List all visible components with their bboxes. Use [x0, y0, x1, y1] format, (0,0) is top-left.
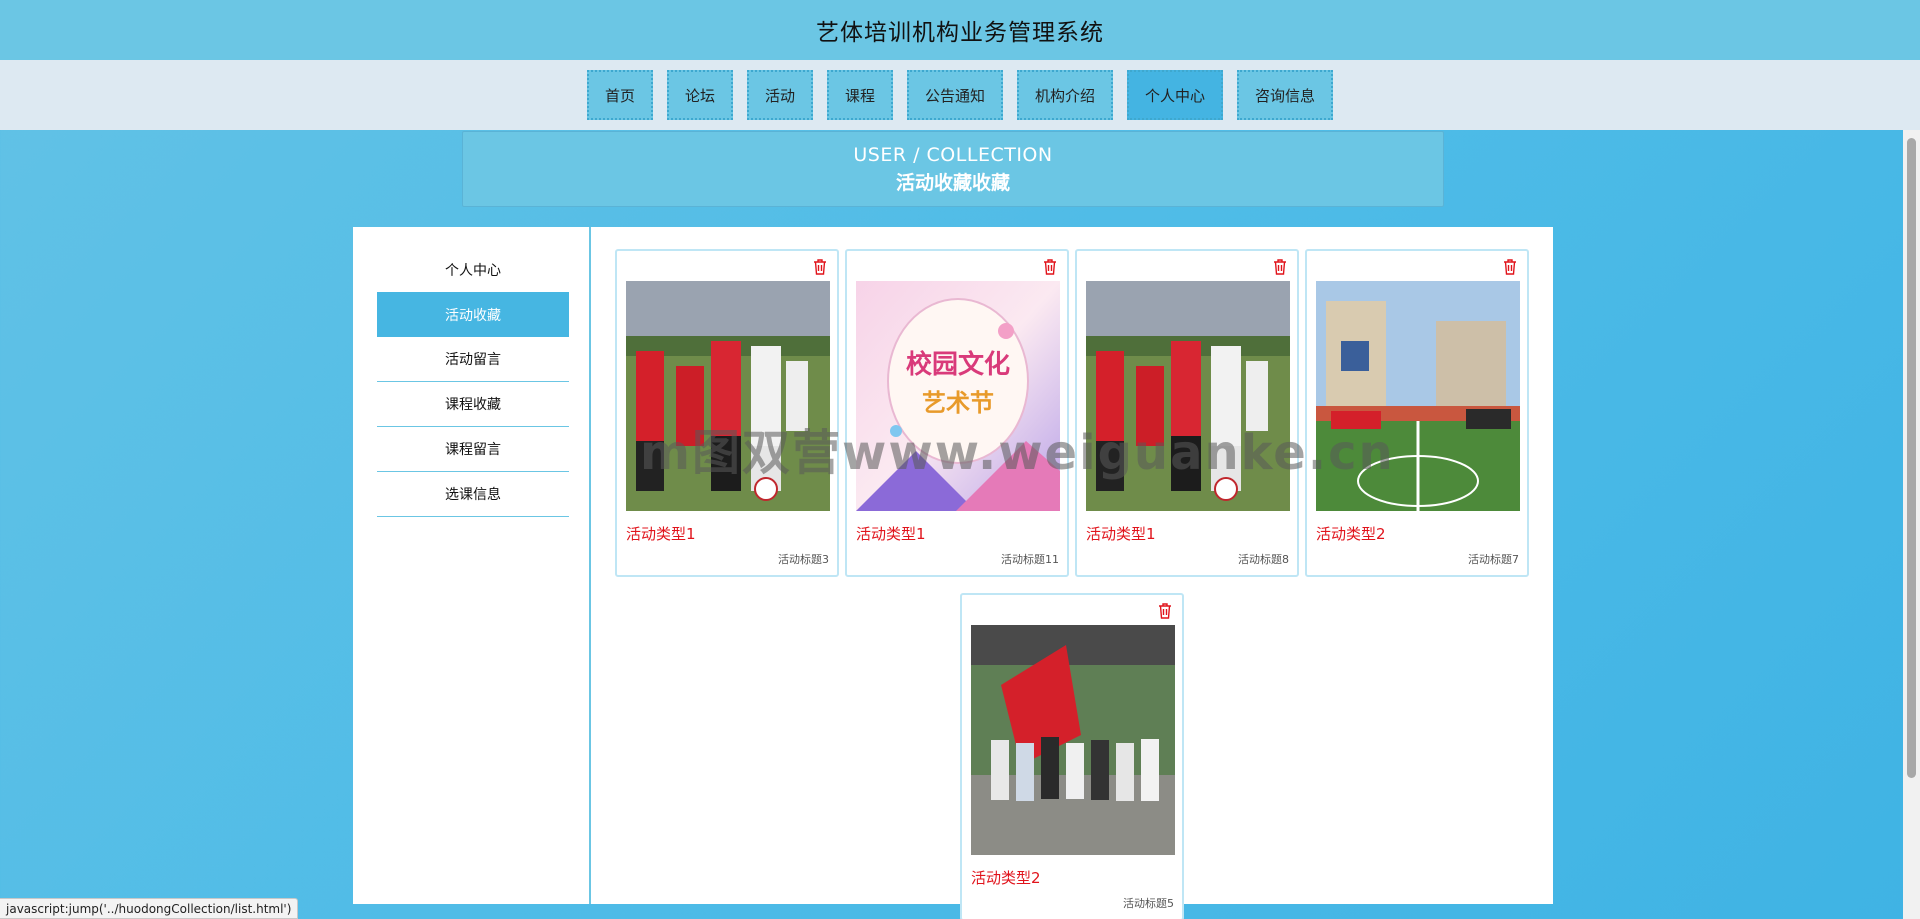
banner-title: 活动收藏收藏: [895, 171, 1010, 194]
trash-icon[interactable]: [1043, 259, 1057, 275]
trash-icon[interactable]: [813, 259, 827, 275]
card-activity-type[interactable]: 活动类型2: [1316, 523, 1386, 544]
poster-text-line1: 校园文化: [906, 349, 1010, 380]
user-sidebar: 个人中心 活动收藏 活动留言 课程收藏 课程留言 选课信息: [353, 227, 591, 904]
card-activity-type[interactable]: 活动类型1: [856, 523, 926, 544]
card-activity-title: 活动标题3: [778, 553, 829, 566]
trash-icon[interactable]: [1158, 603, 1172, 619]
nav-item-user-center[interactable]: 个人中心: [1127, 70, 1224, 120]
top-header: 艺体培训机构业务管理系统: [0, 0, 1920, 60]
browser-status-bar: javascript:jump('../huodongCollection/li…: [0, 898, 299, 919]
card-activity-type[interactable]: 活动类型2: [971, 867, 1041, 888]
poster-text-line2: 艺术节: [922, 389, 994, 417]
nav-item-course[interactable]: 课程: [826, 70, 893, 120]
sidebar-item-activity-comments[interactable]: 活动留言: [377, 337, 569, 382]
card-activity-type[interactable]: 活动类型1: [1086, 523, 1156, 544]
nav-item-forum[interactable]: 论坛: [666, 70, 733, 120]
nav-item-about[interactable]: 机构介绍: [1017, 70, 1114, 120]
main-nav: 首页 论坛 活动 课程 公告通知 机构介绍 个人中心 咨询信息: [0, 60, 1920, 130]
sidebar-item-activity-collection[interactable]: 活动收藏: [377, 292, 569, 337]
collection-card[interactable]: 活动类型1 活动标题3: [615, 249, 839, 577]
collection-grid: 活动类型1 活动标题3 校园文化 艺术节 活动类型1 活动标题11 活动类型1 …: [615, 249, 1535, 919]
collection-card[interactable]: 校园文化 艺术节 活动类型1 活动标题11: [845, 249, 1069, 577]
card-image-group-flag[interactable]: [971, 625, 1175, 855]
nav-item-activity[interactable]: 活动: [746, 70, 813, 120]
banner-subtitle: USER / COLLECTION: [853, 143, 1053, 166]
trash-icon[interactable]: [1273, 259, 1287, 275]
collection-card[interactable]: 活动类型2 活动标题7: [1305, 249, 1529, 577]
page-scrollbar[interactable]: [1903, 130, 1920, 919]
card-activity-title: 活动标题7: [1468, 553, 1519, 566]
content-panel: 个人中心 活动收藏 活动留言 课程收藏 课程留言 选课信息 活动类型1 活动标题…: [353, 227, 1553, 919]
site-title: 艺体培训机构业务管理系统: [816, 20, 1104, 46]
page-banner: USER / COLLECTION 活动收藏收藏: [462, 131, 1444, 207]
trash-icon[interactable]: [1503, 259, 1517, 275]
card-image-sports-field[interactable]: [1316, 281, 1520, 511]
card-activity-title: 活动标题5: [1123, 897, 1174, 910]
card-activity-title: 活动标题8: [1238, 553, 1289, 566]
card-image-art-festival[interactable]: 校园文化 艺术节: [856, 281, 1060, 511]
sidebar-item-user-center[interactable]: 个人中心: [377, 247, 569, 292]
card-image-soccer[interactable]: [626, 281, 830, 511]
card-activity-type[interactable]: 活动类型1: [626, 523, 696, 544]
sidebar-item-enrollment[interactable]: 选课信息: [377, 472, 569, 517]
nav-item-consult[interactable]: 咨询信息: [1237, 70, 1334, 120]
sidebar-item-course-comments[interactable]: 课程留言: [377, 427, 569, 472]
scrollbar-thumb[interactable]: [1907, 138, 1916, 778]
nav-item-notice[interactable]: 公告通知: [907, 70, 1004, 120]
nav-item-home[interactable]: 首页: [586, 70, 653, 120]
sidebar-item-course-collection[interactable]: 课程收藏: [377, 382, 569, 427]
collection-card[interactable]: 活动类型1 活动标题8: [1075, 249, 1299, 577]
collection-card[interactable]: 活动类型2 活动标题5: [960, 593, 1184, 919]
card-image-soccer[interactable]: [1086, 281, 1290, 511]
card-activity-title: 活动标题11: [1001, 553, 1059, 566]
status-url: javascript:jump('../huodongCollection/li…: [6, 901, 292, 916]
